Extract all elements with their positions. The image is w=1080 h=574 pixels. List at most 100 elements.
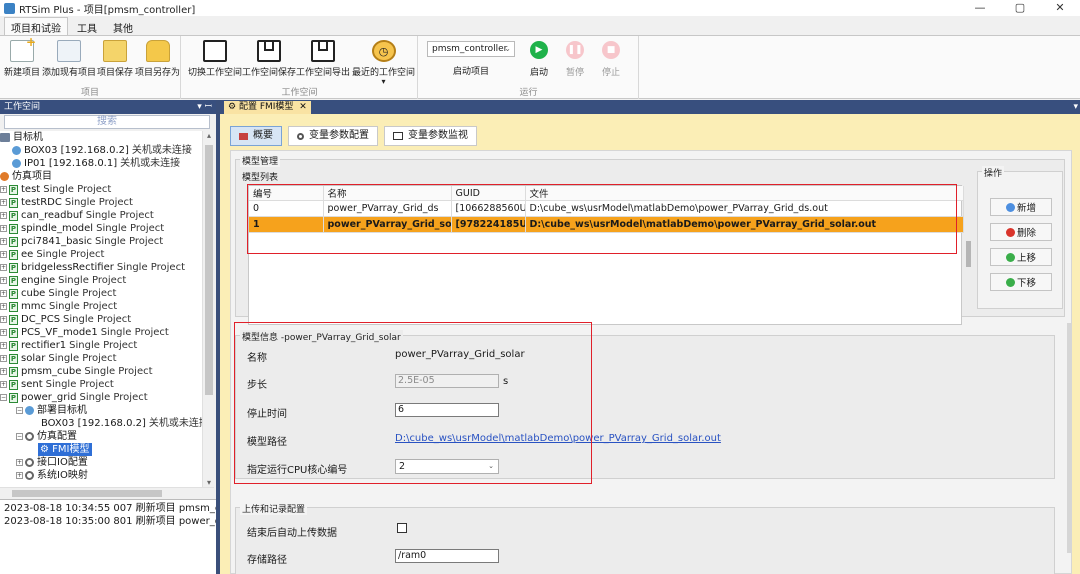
tree-node-project[interactable]: + PtestRDC Single Project — [0, 196, 202, 209]
tree-node-fmi-model[interactable]: ⚙ FMI模型 — [0, 443, 202, 456]
tree-node-project[interactable]: + P PCS_VF_mode1 Single Project — [0, 326, 202, 339]
tree-node-io-config[interactable]: + 接口IO配置 — [0, 456, 202, 469]
tab-project-experiment[interactable]: 项目和试验 — [4, 17, 68, 35]
tab-config-fmi[interactable]: ⚙ 配置 FMI模型 ✕ — [224, 101, 311, 114]
expand-icon[interactable]: + — [0, 225, 7, 232]
project-save-button[interactable]: 项目保存 — [97, 40, 133, 78]
expand-icon[interactable]: + — [0, 381, 7, 388]
switch-workspace-button[interactable]: 切换工作空间 — [188, 40, 242, 78]
recent-workspace-button[interactable]: ◷ 最近的工作空间 ▾ — [352, 40, 415, 86]
expand-icon[interactable]: + — [0, 251, 7, 258]
tree-node-sim-config[interactable]: − 仿真配置 — [0, 430, 202, 443]
tab-variable-config[interactable]: 变量参数配置 — [288, 126, 378, 146]
scroll-down-icon[interactable]: ▾ — [203, 478, 215, 487]
table-row[interactable]: 0 power_PVarray_Grid_ds [1066288560U, 4.… — [249, 200, 964, 217]
project-save-as-button[interactable]: 项目另存为 — [135, 40, 180, 78]
project-select[interactable]: pmsm_controller ⌄ — [427, 41, 515, 57]
tree-node-project[interactable]: + Pee Single Project — [0, 248, 202, 261]
expand-icon[interactable]: + — [0, 186, 7, 193]
expand-icon[interactable]: + — [0, 303, 7, 310]
column-header[interactable]: GUID — [451, 186, 526, 201]
expand-icon[interactable]: + — [0, 342, 7, 349]
scrollbar-thumb[interactable] — [205, 145, 213, 395]
chevron-down-icon[interactable]: ▾ — [1073, 100, 1078, 114]
table-scrollbar[interactable] — [966, 185, 972, 325]
minimize-icon[interactable]: — — [960, 0, 1000, 16]
tree-node-project[interactable]: + P DC_PCS Single Project — [0, 313, 202, 326]
move-down-button[interactable]: 下移 — [990, 273, 1052, 291]
workspace-export-button[interactable]: 工作空间导出 — [296, 40, 350, 78]
stop-button[interactable]: ■ 停止 — [593, 41, 629, 78]
tree-node-sim-root[interactable]: 仿真项目 — [0, 170, 202, 183]
expand-icon[interactable]: + — [16, 459, 23, 466]
tree-node-project[interactable]: + Psent Single Project — [0, 378, 202, 391]
tree-node-project[interactable]: − Ppower_grid Single Project — [0, 391, 202, 404]
scrollbar-thumb[interactable] — [966, 241, 971, 267]
expand-icon[interactable]: + — [0, 238, 7, 245]
scroll-up-icon[interactable]: ▴ — [203, 131, 215, 140]
pause-button[interactable]: ❚❚ 暂停 — [557, 41, 593, 78]
scrollbar-thumb[interactable] — [1067, 323, 1072, 553]
tree-node-project[interactable]: + Pmmc Single Project — [0, 300, 202, 313]
tree-node-target[interactable]: BOX03 [192.168.0.2] 关机或未连接 — [0, 144, 202, 157]
maximize-icon[interactable]: ▢ — [1000, 0, 1040, 16]
add-model-button[interactable]: 新增 — [990, 198, 1052, 216]
tree-node-project[interactable]: + Prectifier1 Single Project — [0, 339, 202, 352]
column-header[interactable]: 文件 — [525, 186, 964, 201]
tree-node-project[interactable]: + Ppmsm_cube Single Project — [0, 365, 202, 378]
info-scrollbar[interactable] — [1067, 319, 1073, 574]
expand-icon[interactable]: + — [0, 355, 7, 362]
column-header[interactable]: 名称 — [323, 186, 452, 201]
expand-icon[interactable]: + — [0, 368, 7, 375]
tree-node-deploy-target[interactable]: − 部署目标机 — [0, 404, 202, 417]
tree-node-project[interactable]: + Pcube Single Project — [0, 287, 202, 300]
tree-node-deploy-box[interactable]: BOX03 [192.168.0.2] 关机或未连接 — [0, 417, 202, 430]
delete-model-button[interactable]: 删除 — [990, 223, 1052, 241]
add-existing-project-button[interactable]: 添加现有项目 — [42, 40, 96, 78]
expand-icon[interactable]: + — [0, 212, 7, 219]
pin-icon[interactable]: ▾ ꟷ — [197, 100, 212, 114]
close-icon[interactable]: ✕ — [1040, 0, 1080, 16]
tree-horizontal-scrollbar[interactable] — [0, 487, 214, 498]
step-input[interactable]: 2.5E-05 — [395, 374, 499, 388]
storage-path-input[interactable]: /ram0 — [395, 549, 499, 563]
close-icon[interactable]: ✕ — [299, 102, 307, 112]
model-path-link[interactable]: D:\cube_ws\usrModel\matlabDemo\power_PVa… — [395, 433, 721, 444]
tab-other[interactable]: 其他 — [106, 17, 140, 35]
expand-icon[interactable]: + — [0, 199, 7, 206]
expand-icon[interactable]: + — [0, 290, 7, 297]
tree-vertical-scrollbar[interactable]: ▴ ▾ — [202, 131, 214, 487]
tree-node-target-root[interactable]: 目标机 — [0, 131, 202, 144]
tree-node-project[interactable]: + Pspindle_model Single Project — [0, 222, 202, 235]
tree-node-project[interactable]: + Pengine Single Project — [0, 274, 202, 287]
tree-node-project[interactable]: + Pcan_readbuf Single Project — [0, 209, 202, 222]
tree-node-project[interactable]: + Psolar Single Project — [0, 352, 202, 365]
table-row-selected[interactable]: 1 power_PVarray_Grid_solar [978224185U, … — [249, 216, 964, 233]
tab-tools[interactable]: 工具 — [70, 17, 104, 35]
expand-icon[interactable]: + — [16, 472, 23, 479]
start-button[interactable]: ▶ 启动 — [521, 41, 557, 78]
new-project-button[interactable]: 新建项目 — [4, 35, 40, 78]
column-header[interactable]: 编号 — [249, 186, 324, 201]
tree-node-project[interactable]: + PbridgelessRectifier Single Project — [0, 261, 202, 274]
cpu-core-select[interactable]: 2 ⌄ — [395, 459, 499, 474]
expand-icon[interactable]: + — [0, 329, 7, 336]
tab-overview[interactable]: 概要 — [230, 126, 282, 146]
scrollbar-thumb[interactable] — [12, 490, 162, 497]
move-up-button[interactable]: 上移 — [990, 248, 1052, 266]
tree-node-sys-io[interactable]: + 系统IO映射 — [0, 469, 202, 482]
workspace-search-input[interactable]: 搜索 — [4, 115, 210, 129]
auto-upload-checkbox[interactable] — [397, 523, 407, 533]
tree-node-target[interactable]: IP01 [192.168.0.1] 关机或未连接 — [0, 157, 202, 170]
collapse-icon[interactable]: − — [16, 433, 23, 440]
tree-node-project[interactable]: + Ppci7841_basic Single Project — [0, 235, 202, 248]
tree-node-project[interactable]: + Ptest Single Project — [0, 183, 202, 196]
expand-icon[interactable]: + — [0, 264, 7, 271]
expand-icon[interactable]: + — [0, 316, 7, 323]
collapse-icon[interactable]: − — [0, 394, 7, 401]
collapse-icon[interactable]: − — [16, 407, 23, 414]
tab-variable-monitor[interactable]: 变量参数监视 — [384, 126, 477, 146]
expand-icon[interactable]: + — [0, 277, 7, 284]
stop-time-input[interactable]: 6 — [395, 403, 499, 417]
workspace-save-button[interactable]: 工作空间保存 — [242, 40, 296, 78]
